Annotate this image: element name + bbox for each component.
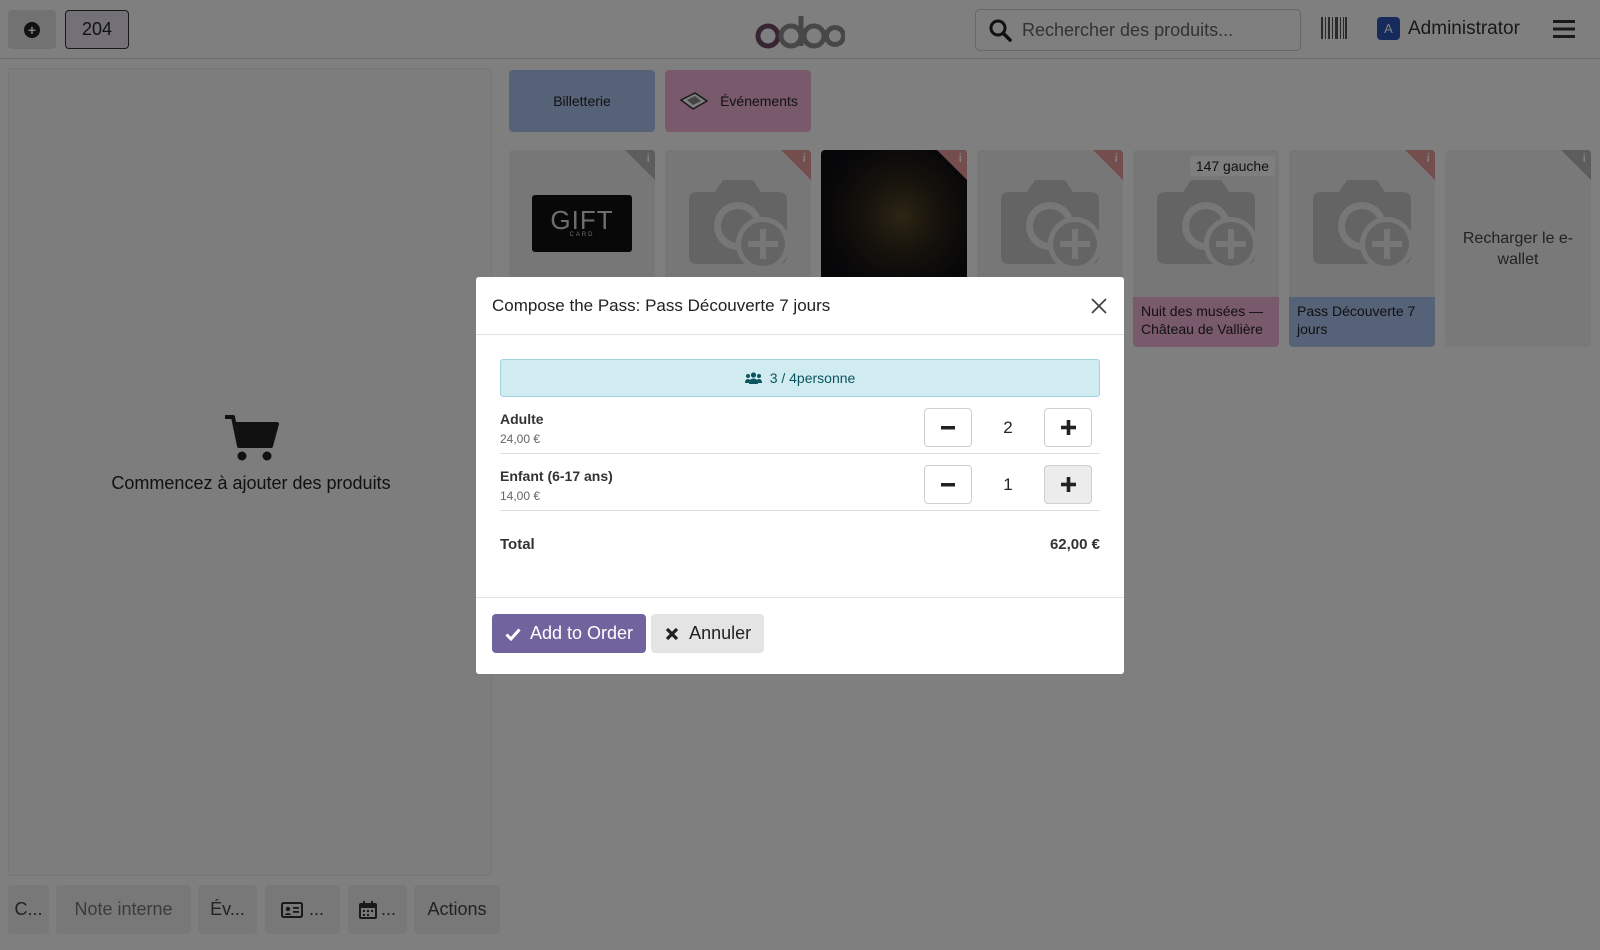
minus-icon bbox=[941, 482, 955, 486]
total-value: 62,00 € bbox=[1049, 536, 1100, 553]
capacity-indicator: 3 / 4personne bbox=[500, 359, 1100, 397]
minus-icon bbox=[941, 425, 955, 429]
ticket-line-enfant: Enfant (6-17 ans) 14,00 € 1 bbox=[500, 454, 1100, 511]
users-icon bbox=[744, 371, 762, 384]
ticket-price: 24,00 € bbox=[500, 432, 541, 446]
ticket-name: Enfant (6-17 ans) bbox=[500, 468, 613, 484]
capacity-text: 3 / 4personne bbox=[769, 370, 856, 386]
ticket-line-adulte: Adulte 24,00 € 2 bbox=[500, 397, 1100, 454]
add-to-order-button[interactable]: Add to Order bbox=[492, 614, 647, 653]
cancel-button[interactable]: Annuler bbox=[651, 614, 765, 653]
increase-quantity-button[interactable] bbox=[1044, 408, 1092, 447]
quantity-value: 2 bbox=[1003, 418, 1013, 437]
ticket-name: Adulte bbox=[500, 411, 544, 427]
x-icon bbox=[665, 627, 679, 640]
plus-icon bbox=[1060, 420, 1076, 435]
quantity-value: 1 bbox=[1003, 475, 1013, 494]
dialog-body: 3 / 4personne Adulte 24,00 € 2 Enfant (6… bbox=[476, 335, 1124, 598]
dialog-header: Compose the Pass: Pass Découverte 7 jour… bbox=[476, 277, 1124, 335]
check-icon bbox=[505, 627, 521, 641]
plus-icon bbox=[1060, 477, 1076, 492]
dialog-title: Compose the Pass: Pass Découverte 7 jour… bbox=[492, 295, 831, 315]
total-row: Total 62,00 € bbox=[500, 511, 1100, 577]
add-to-order-label: Add to Order bbox=[530, 623, 634, 643]
increase-quantity-button[interactable] bbox=[1044, 465, 1092, 504]
close-icon[interactable] bbox=[1090, 297, 1108, 315]
total-label: Total bbox=[500, 536, 535, 553]
ticket-price: 14,00 € bbox=[500, 489, 541, 503]
dialog-footer: Add to Order Annuler bbox=[476, 598, 1124, 669]
compose-pass-dialog: Compose the Pass: Pass Découverte 7 jour… bbox=[476, 277, 1124, 674]
cancel-label: Annuler bbox=[689, 623, 752, 643]
decrease-quantity-button[interactable] bbox=[924, 465, 972, 504]
decrease-quantity-button[interactable] bbox=[924, 408, 972, 447]
